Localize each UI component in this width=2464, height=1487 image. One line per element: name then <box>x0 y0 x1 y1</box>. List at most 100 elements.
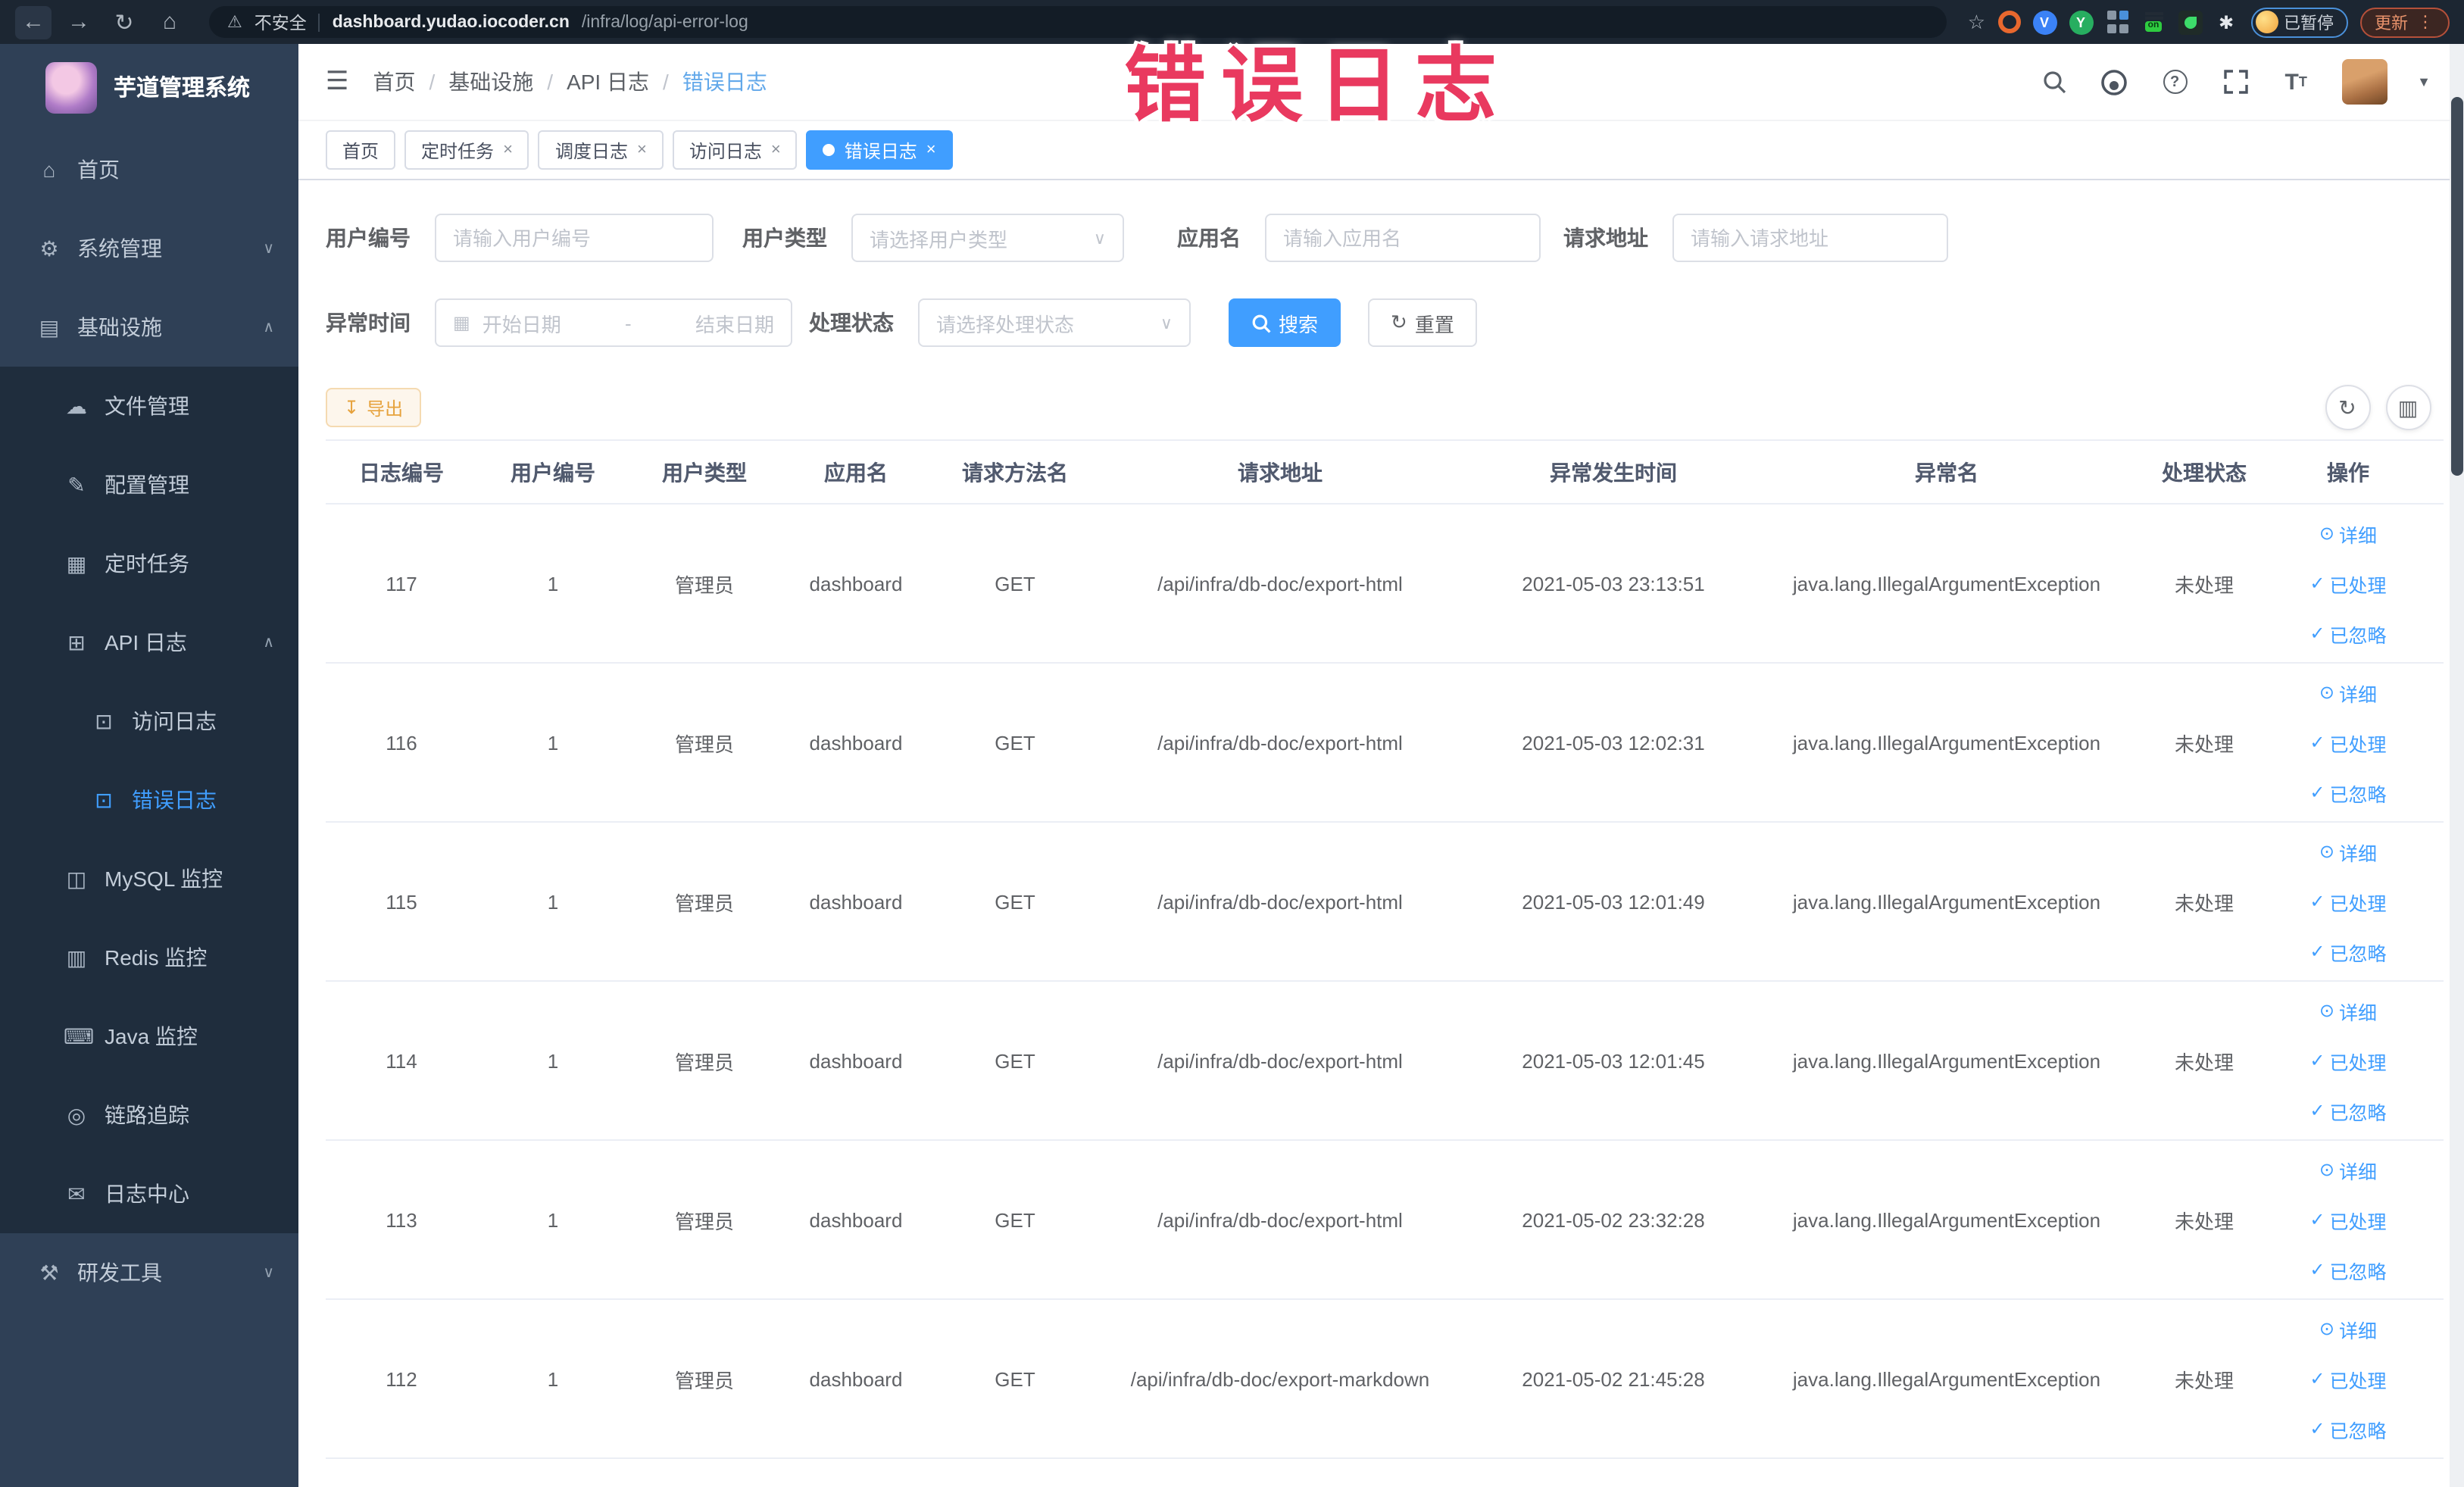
fullscreen-icon[interactable] <box>2220 67 2250 97</box>
scrollbar-track[interactable] <box>2449 44 2464 1487</box>
help-icon[interactable]: ? <box>2160 67 2190 97</box>
processed-link[interactable]: ✓ 已处理 <box>2309 717 2386 767</box>
breadcrumb-infra[interactable]: 基础设施 <box>448 67 533 97</box>
shield-extension-icon[interactable]: V <box>2032 10 2056 34</box>
cell-user_type: 管理员 <box>674 1369 734 1392</box>
detail-link[interactable]: ⊙ 详细 <box>2319 667 2377 717</box>
table-toolbar: ↧ 导出 ↻ ▥ <box>326 385 2443 430</box>
sidebar-item-log-center[interactable]: ✉ 日志中心 <box>0 1154 298 1233</box>
sidebar-item-redis-monitor[interactable]: ▥ Redis 监控 <box>0 918 298 997</box>
font-size-icon[interactable]: TT <box>2281 67 2311 97</box>
green-y-extension-icon[interactable]: Y <box>2069 10 2093 34</box>
update-button[interactable]: 更新 ⋮ <box>2359 7 2449 37</box>
ignored-link[interactable]: ✓ 已忽略 <box>2309 767 2386 817</box>
table-settings-cluster: ↻ ▥ <box>2325 385 2431 430</box>
trace-icon: ◎ <box>67 1102 86 1126</box>
processed-link[interactable]: ✓ 已处理 <box>2309 558 2386 608</box>
leaf-extension-icon[interactable] <box>2178 10 2202 34</box>
reset-button[interactable]: ↻ 重置 <box>1368 298 1477 347</box>
profile-paused-chip[interactable]: 已暂停 <box>2250 7 2347 37</box>
detail-link[interactable]: ⊙ 详细 <box>2319 1145 2377 1195</box>
tab-item[interactable]: 调度日志 × <box>538 130 664 170</box>
cell-exception: java.lang.IllegalArgumentException <box>1792 1367 2101 1390</box>
ignored-link[interactable]: ✓ 已忽略 <box>2309 926 2386 976</box>
processed-link[interactable]: ✓ 已处理 <box>2309 1354 2386 1404</box>
user-type-select[interactable]: 请选择用户类型 ∨ <box>851 214 1124 262</box>
user-id-input[interactable] <box>435 214 714 262</box>
cell-method: GET <box>995 1367 1035 1390</box>
processed-link[interactable]: ✓ 已处理 <box>2309 1195 2386 1245</box>
browser-forward-icon[interactable]: → <box>61 5 97 39</box>
close-icon[interactable]: × <box>503 141 513 159</box>
ignored-link[interactable]: ✓ 已忽略 <box>2309 1245 2386 1295</box>
scrollbar-thumb[interactable] <box>2450 97 2462 476</box>
sidebar-item-config-manage[interactable]: ✎ 配置管理 <box>0 445 298 524</box>
sidebar-item-mysql-monitor[interactable]: ◫ MySQL 监控 <box>0 839 298 918</box>
table-header-row: 日志编号 用户编号 用户类型 应用名 请求方法名 请求地址 异常发生时间 异常名 处理状态 操作 <box>326 441 2443 505</box>
sidebar-item-error-log[interactable]: ⊡ 错误日志 <box>0 761 298 839</box>
app-name-input[interactable] <box>1265 214 1541 262</box>
browser-home-icon[interactable]: ⌂ <box>151 5 188 39</box>
cell-user_type: 管理员 <box>674 892 734 914</box>
chevron-up-icon: ∧ <box>263 319 274 336</box>
tab-active-item[interactable]: 错误日志 × <box>806 130 953 170</box>
system-manage-icon: ⚙ <box>39 236 59 260</box>
sidebar-item-file-manage[interactable]: ☁ 文件管理 <box>0 367 298 445</box>
close-icon[interactable]: × <box>926 141 936 159</box>
sidebar-item-system-manage[interactable]: ⚙ 系统管理 ∨ <box>0 209 298 288</box>
column-settings-button[interactable]: ▥ <box>2385 385 2431 430</box>
browser-back-icon[interactable]: ← <box>15 5 52 39</box>
close-icon[interactable]: × <box>637 141 647 159</box>
refresh-button[interactable]: ↻ <box>2325 385 2370 430</box>
search-icon[interactable] <box>2038 67 2069 97</box>
tab-item[interactable]: 首页 <box>326 130 396 170</box>
github-icon[interactable] <box>2099 67 2129 97</box>
breadcrumb-home[interactable]: 首页 <box>373 67 416 97</box>
breadcrumb-api-log[interactable]: API 日志 <box>567 67 649 97</box>
detail-link[interactable]: ⊙ 详细 <box>2319 1304 2377 1354</box>
process-status-select[interactable]: 请选择处理状态 ∨ <box>918 298 1191 347</box>
search-button[interactable]: 搜索 <box>1229 298 1341 347</box>
update-label: 更新 <box>2375 14 2408 33</box>
sidebar-item-devtools[interactable]: ⚒ 研发工具 ∨ <box>0 1233 298 1312</box>
browser-reload-icon[interactable]: ↻ <box>106 5 142 39</box>
sidebar-item-label: 日志中心 <box>105 1182 189 1206</box>
user-type-placeholder: 请选择用户类型 <box>870 228 1008 251</box>
processed-link[interactable]: ✓ 已处理 <box>2309 876 2386 926</box>
address-bar[interactable]: ⚠ 不安全 dashboard.yudao.iocoder.cn /infra/… <box>209 6 1947 38</box>
request-url-input[interactable] <box>1672 214 1948 262</box>
orange-ring-extension-icon[interactable] <box>1997 11 2020 33</box>
sidebar-item-home[interactable]: ⌂ 首页 <box>0 130 298 209</box>
close-icon[interactable]: × <box>771 141 781 159</box>
chevron-down-icon[interactable]: ▼ <box>2417 74 2431 89</box>
date-range-picker[interactable]: ▦ 开始日期 - 结束日期 <box>435 298 792 347</box>
hamburger-icon[interactable]: ☰ <box>326 67 349 97</box>
export-button[interactable]: ↧ 导出 <box>326 388 422 427</box>
ignored-link[interactable]: ✓ 已忽略 <box>2309 1404 2386 1454</box>
detail-link[interactable]: ⊙ 详细 <box>2319 508 2377 558</box>
user-avatar[interactable] <box>2341 59 2387 105</box>
sidebar-logo-row[interactable]: 芋道管理系统 <box>0 44 298 130</box>
ignored-link[interactable]: ✓ 已忽略 <box>2309 608 2386 658</box>
ignored-link[interactable]: ✓ 已忽略 <box>2309 1086 2386 1136</box>
check-icon: ✓ <box>2309 573 2325 594</box>
sidebar-item-infrastructure[interactable]: ▤ 基础设施 ∧ <box>0 288 298 367</box>
pin-extension-icon[interactable]: ✱ <box>2214 10 2238 34</box>
detail-link[interactable]: ⊙ 详细 <box>2319 986 2377 1036</box>
proxy-on-extension-icon[interactable]: on <box>2141 10 2166 34</box>
processed-link[interactable]: ✓ 已处理 <box>2309 1036 2386 1086</box>
sidebar-item-trace[interactable]: ◎ 链路追踪 <box>0 1076 298 1154</box>
browser-menu-icon[interactable]: ⋮ <box>2417 12 2434 32</box>
search-button-label: 搜索 <box>1279 313 1319 336</box>
cell-app: dashboard <box>809 890 903 913</box>
tab-item[interactable]: 访问日志 × <box>672 130 798 170</box>
sidebar-item-scheduled-job[interactable]: ▦ 定时任务 <box>0 524 298 603</box>
tab-item[interactable]: 定时任务 × <box>404 130 529 170</box>
sidebar-item-java-monitor[interactable]: ⌨ Java 监控 <box>0 997 298 1076</box>
sidebar-item-access-log[interactable]: ⊡ 访问日志 <box>0 682 298 761</box>
sidebar-item-api-log[interactable]: ⊞ API 日志 ∧ <box>0 603 298 682</box>
cell-app: dashboard <box>809 1208 903 1231</box>
grid-extension-icon[interactable] <box>2105 10 2129 34</box>
detail-link[interactable]: ⊙ 详细 <box>2319 826 2377 876</box>
bookmark-star-icon[interactable]: ☆ <box>1968 10 1985 34</box>
